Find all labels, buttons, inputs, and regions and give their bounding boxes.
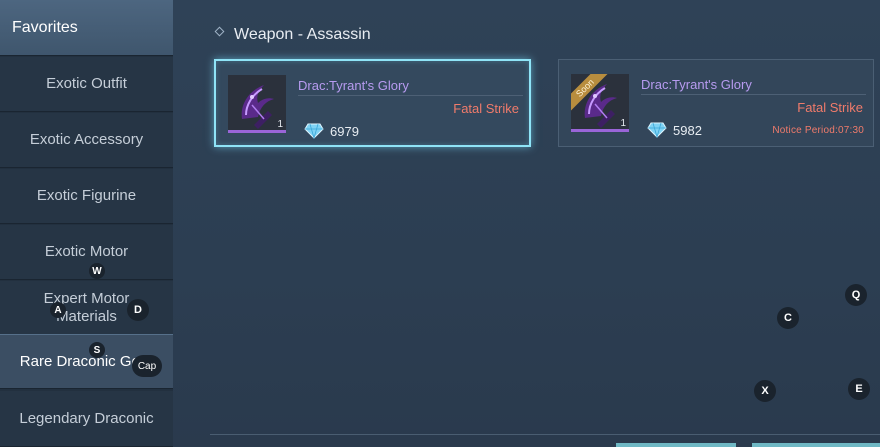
sidebar-item-exotic-accessory[interactable]: Exotic Accessory bbox=[0, 113, 173, 168]
sidebar-item-label: Legendary Draconic bbox=[19, 409, 154, 427]
key-hint-s: S bbox=[89, 342, 105, 358]
shop-item-card[interactable]: 1 Drac:Tyrant's Glory Fatal Strike 6979 bbox=[214, 59, 531, 147]
key-hint-c: C bbox=[777, 307, 799, 329]
bottom-tab-indicator[interactable] bbox=[616, 443, 736, 447]
key-hint-d: D bbox=[127, 299, 149, 321]
sidebar-item-label: Expert Motor Materials bbox=[43, 290, 130, 325]
sidebar-item-label: Favorites bbox=[12, 18, 78, 36]
key-hint-w: W bbox=[89, 263, 105, 279]
gem-currency-icon bbox=[304, 123, 324, 139]
item-price: 5982 bbox=[673, 123, 702, 138]
rarity-bar bbox=[228, 130, 286, 133]
divider bbox=[298, 95, 523, 96]
item-thumbnail: Soon 1 bbox=[571, 74, 629, 132]
notice-period: Notice Period:07:30 bbox=[772, 125, 864, 136]
sidebar-item-favorites[interactable]: Favorites bbox=[0, 0, 173, 56]
item-thumbnail: 1 bbox=[228, 75, 286, 133]
sidebar-item-exotic-figurine[interactable]: Exotic Figurine bbox=[0, 169, 173, 224]
key-hint-a: A bbox=[50, 302, 66, 318]
section-title-label: Weapon - Assassin bbox=[234, 26, 371, 43]
sidebar-item-label: Exotic Motor bbox=[44, 243, 129, 260]
item-quantity: 1 bbox=[277, 119, 283, 130]
item-price: 6979 bbox=[330, 124, 359, 139]
bottom-tab-indicator[interactable] bbox=[752, 443, 880, 447]
item-quantity: 1 bbox=[620, 118, 626, 129]
item-effect: Fatal Strike bbox=[797, 100, 863, 115]
category-sidebar: Favorites Exotic Outfit Exotic Accessory… bbox=[0, 0, 173, 447]
key-hint-cap: Cap bbox=[132, 355, 162, 377]
sidebar-item-label: Exotic Outfit bbox=[46, 75, 127, 92]
sidebar-item-exotic-motor[interactable]: Exotic Motor bbox=[0, 225, 173, 280]
key-hint-e: E bbox=[848, 378, 870, 400]
item-name: Drac:Tyrant's Glory bbox=[641, 77, 752, 92]
sidebar-item-legendary-draconic[interactable]: Legendary Draconic bbox=[0, 391, 173, 447]
item-effect: Fatal Strike bbox=[453, 101, 519, 116]
sidebar-item-exotic-outfit[interactable]: Exotic Outfit bbox=[0, 57, 173, 112]
bottom-divider bbox=[210, 434, 880, 435]
diamond-bullet-icon bbox=[214, 26, 225, 36]
divider bbox=[641, 94, 866, 95]
gem-currency-icon bbox=[647, 122, 667, 138]
item-name: Drac:Tyrant's Glory bbox=[298, 78, 409, 93]
key-hint-x: X bbox=[754, 380, 776, 402]
key-hint-q: Q bbox=[845, 284, 867, 306]
shop-item-card[interactable]: Soon 1 Drac:Tyrant's Glory Fatal Strike … bbox=[558, 59, 874, 147]
sidebar-item-label: Exotic Accessory bbox=[29, 131, 144, 148]
section-title: Weapon - Assassin bbox=[214, 26, 371, 44]
sidebar-item-label: Exotic Figurine bbox=[36, 187, 137, 204]
rarity-bar bbox=[571, 129, 629, 132]
